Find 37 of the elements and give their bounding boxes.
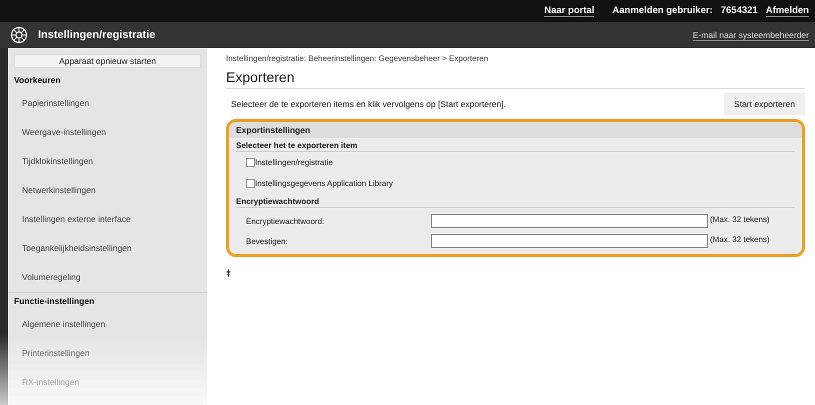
max-length-note: (Max. 32 tekens): [710, 215, 770, 224]
sidebar-item[interactable]: Algemene instellingen: [8, 310, 207, 339]
email-admin-link[interactable]: E-mail naar systeembeheerder: [692, 30, 809, 40]
user-label: Aanmelden gebruiker:: [612, 5, 713, 17]
sidebar-item[interactable]: Weergave-instellingen: [8, 118, 207, 147]
password-field[interactable]: [431, 214, 708, 228]
sidebar-heading: Voorkeuren: [13, 74, 62, 87]
restart-button[interactable]: Apparaat opnieuw starten: [14, 54, 201, 68]
max-length-note: (Max. 32 tekens): [710, 235, 770, 244]
checkbox[interactable]: [246, 158, 255, 167]
app-title: Instellingen/registratie: [38, 29, 156, 41]
sidebar-item[interactable]: Papierinstellingen: [8, 89, 207, 118]
page-title: Exporteren: [226, 69, 805, 89]
section-heading: Encryptiewachtwoord: [236, 194, 795, 208]
instruction-text: Selecteer de te exporteren items en klik vervolgens op [Start exporteren].: [230, 99, 506, 109]
sidebar-item[interactable]: Netwerkinstellingen: [8, 176, 207, 205]
sidebar-item[interactable]: Volumeregeling: [8, 263, 207, 292]
logout-link[interactable]: Afmelden: [766, 5, 809, 17]
sidebar-item[interactable]: Toegankelijkheidsinstellingen: [8, 234, 207, 263]
checkbox-label: Instellingen/registratie: [255, 158, 333, 167]
sidebar-item[interactable]: Printerinstellingen: [8, 339, 207, 368]
portal-link[interactable]: Naar portal: [544, 5, 594, 17]
back-to-top-link[interactable]: ⯒: [226, 265, 231, 284]
password-field[interactable]: [431, 234, 708, 248]
field-label: Bevestigen:: [246, 236, 289, 248]
section-heading: Selecteer het te exporteren item: [236, 138, 795, 152]
sidebar-item[interactable]: Instellingen externe interface: [8, 205, 207, 234]
sidebar-heading: Functie-instellingen: [8, 292, 207, 310]
panel-title: Exportinstellingen: [229, 122, 802, 138]
breadcrumb: Instellingen/registratie: Beheerinstellingen: Gegevensbeheer > Exporteren: [226, 54, 490, 63]
field-label: Encryptiewachtwoord:: [246, 216, 326, 228]
sidebar-item[interactable]: Tijdklokinstellingen: [8, 147, 207, 176]
gear-icon: [10, 26, 28, 44]
user-id: 7654321: [720, 5, 758, 17]
checkbox-label: Instellingsgegevens Application Library: [255, 179, 393, 188]
checkbox[interactable]: [246, 179, 255, 188]
start-export-button[interactable]: Start exporteren: [724, 93, 805, 115]
